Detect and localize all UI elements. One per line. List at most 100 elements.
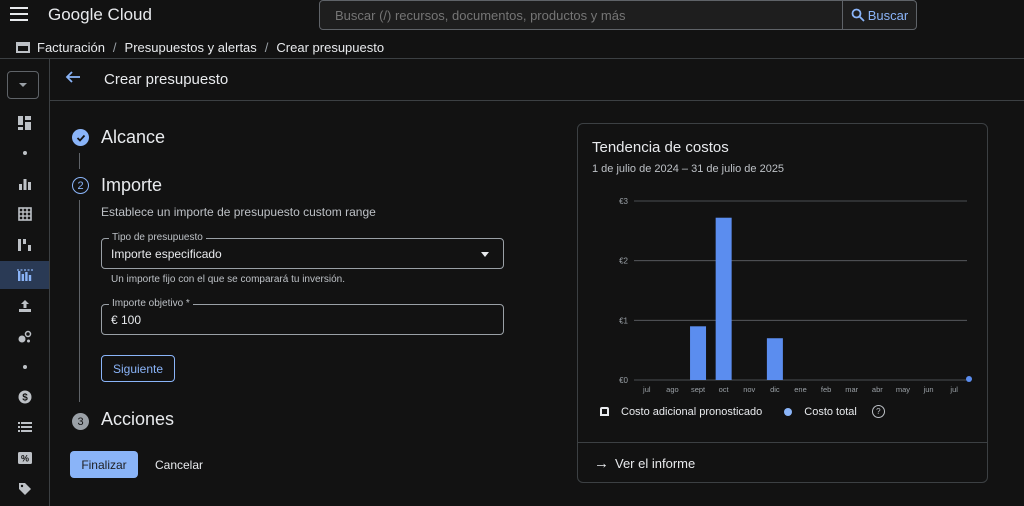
chevron-down-icon (19, 83, 27, 87)
next-button[interactable]: Siguiente (101, 355, 175, 382)
target-amount-value: € 100 (111, 313, 142, 327)
budget-icon (16, 269, 33, 281)
table-icon (17, 207, 32, 221)
nav-tables[interactable] (0, 200, 49, 228)
y-tick-label: €2 (619, 257, 628, 266)
cost-bar (766, 338, 783, 380)
x-tick-label: ago (666, 385, 679, 394)
step-connector (79, 153, 80, 169)
help-icon[interactable]: ? (871, 405, 885, 418)
breadcrumb-separator: / (264, 39, 269, 55)
step-2-number: 2 (72, 177, 89, 194)
card-date-range: 1 de julio de 2024 – 31 de julio de 2025 (592, 163, 785, 175)
breadcrumb-item-billing[interactable]: Facturación (37, 40, 105, 55)
card-title: Tendencia de costos (592, 139, 729, 156)
x-tick-label: oct (719, 385, 730, 394)
arrow-right-icon: → (594, 455, 609, 472)
legend-forecast-label: Costo adicional pronosticado (621, 405, 763, 418)
target-amount-field[interactable]: Importe objetivo * € 100 (101, 298, 504, 335)
dropdown-arrow-icon (481, 252, 489, 257)
dot-icon (22, 151, 27, 155)
top-bar: Google Cloud Buscar (0, 0, 1024, 30)
step-3-number: 3 (72, 413, 89, 430)
nav-pricing[interactable] (0, 323, 49, 351)
breadcrumb-item-create: Crear presupuesto (276, 39, 385, 55)
cost-bar (715, 217, 732, 380)
x-tick-label: may (896, 385, 910, 394)
target-amount-label: Importe objetivo * (109, 298, 193, 309)
x-tick-label: nov (743, 385, 755, 394)
cancel-button[interactable]: Cancelar (146, 451, 212, 478)
dashboard-icon (17, 116, 31, 130)
x-tick-label: ene (794, 385, 807, 394)
back-arrow-icon[interactable] (65, 69, 81, 90)
nav-cost-breakdown[interactable] (0, 231, 49, 259)
breadcrumb-separator: / (112, 39, 117, 55)
search-box: Buscar (319, 0, 917, 30)
nav-price-tags[interactable] (0, 475, 49, 503)
step-amount-description: Establece un importe de presupuesto cust… (101, 205, 376, 219)
budget-type-hint: Un importe fijo con el que se comparará … (111, 274, 346, 285)
nav-commitments[interactable]: % (0, 444, 49, 472)
search-button-label: Buscar (867, 7, 909, 23)
x-tick-label: jul (642, 385, 651, 394)
google-cloud-logo[interactable]: Google Cloud (48, 5, 152, 25)
bar-chart-icon (18, 179, 31, 190)
search-icon (851, 8, 865, 22)
nav-payments[interactable]: $ (0, 383, 49, 411)
export-icon (18, 300, 31, 312)
cost-trend-chart: €0 €1 €2 €3 jul ago sept oct nov dic ene feb mar abr m… (619, 197, 972, 394)
nav-overview[interactable] (0, 109, 49, 137)
view-report-label: Ver el informe (615, 456, 696, 471)
x-tick-label: dic (770, 385, 780, 394)
step-scope-title[interactable]: Alcance (101, 127, 165, 148)
budget-type-select[interactable]: Tipo de presupuesto Importe especificado (101, 232, 504, 269)
breadcrumb: Facturación / Presupuestos y alertas / C… (0, 37, 384, 57)
card-divider (578, 442, 987, 443)
x-tick-label: jul (949, 385, 958, 394)
nav-budgets[interactable] (0, 261, 49, 289)
list-icon (17, 422, 32, 432)
page-header: Crear presupuesto (50, 59, 1024, 101)
cost-trend-card: Tendencia de costos 1 de julio de 2024 –… (577, 123, 988, 483)
nav-transactions[interactable] (0, 413, 49, 441)
check-icon (72, 129, 89, 146)
menu-icon[interactable] (10, 7, 28, 23)
cost-bar (690, 326, 707, 380)
x-tick-label: jun (923, 385, 934, 394)
total-cost-dot-icon (784, 407, 793, 416)
step-connector (79, 200, 80, 402)
y-tick-label: €1 (619, 316, 628, 325)
finish-button[interactable]: Finalizar (70, 451, 138, 478)
chart-legend: Costo adicional pronosticado Costo total… (600, 405, 885, 418)
budget-type-value: Importe especificado (111, 247, 222, 261)
x-tick-label: abr (872, 385, 883, 394)
search-button[interactable]: Buscar (842, 0, 917, 30)
dot-icon (22, 365, 27, 369)
x-tick-label: feb (821, 385, 831, 394)
percent-icon: % (17, 452, 32, 464)
nav-dot (0, 353, 49, 381)
svg-text:$: $ (22, 393, 28, 404)
breadcrumb-item-budgets[interactable]: Presupuestos y alertas (125, 40, 257, 55)
nav-dot (0, 139, 49, 167)
forecast-icon (600, 407, 609, 416)
dollar-icon: $ (18, 390, 31, 404)
y-tick-label: €3 (619, 197, 628, 206)
nav-export[interactable] (0, 292, 49, 320)
x-tick-label: mar (845, 385, 858, 394)
nav-reports[interactable] (0, 170, 49, 198)
billing-icon (16, 41, 30, 53)
left-nav: $ % (0, 59, 50, 506)
nav-dropdown[interactable] (7, 71, 39, 99)
y-tick-label: €0 (619, 376, 628, 385)
svg-text:%: % (20, 454, 28, 464)
search-input[interactable] (320, 1, 842, 29)
waterfall-icon (17, 239, 31, 251)
step-amount-title: Importe (101, 175, 163, 195)
x-tick-label: sept (691, 385, 706, 394)
view-report-link[interactable]: → Ver el informe (594, 455, 695, 472)
pricing-icon (18, 330, 31, 343)
step-actions-title: Acciones (101, 409, 175, 429)
budget-type-label: Tipo de presupuesto (109, 232, 206, 243)
